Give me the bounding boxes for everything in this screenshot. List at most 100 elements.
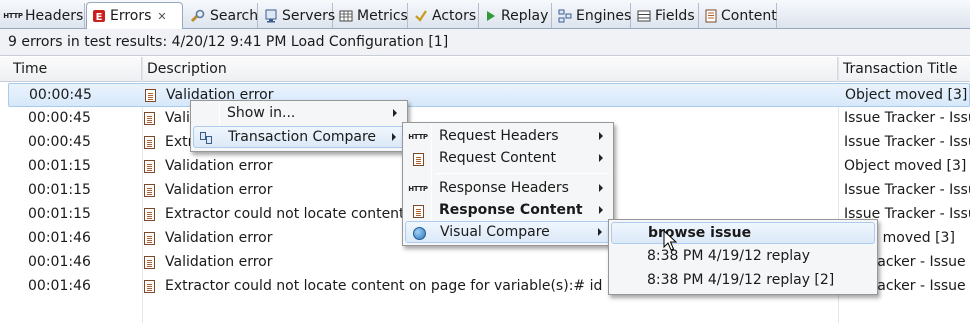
tab-headers[interactable]: HTTP Headers <box>0 3 85 28</box>
cell-time: 00:01:46 <box>28 278 91 294</box>
servers-icon <box>264 9 278 23</box>
document-icon <box>145 88 156 102</box>
tab-replay-label: Replay <box>501 7 549 24</box>
results-summary: 9 errors in test results: 4/20/12 9:41 P… <box>0 29 970 56</box>
menu-item-replay[interactable]: 8:38 PM 4/19/12 replay <box>611 246 875 268</box>
document-icon <box>144 135 155 149</box>
document-icon <box>144 279 155 293</box>
tab-replay[interactable]: Replay <box>480 3 552 28</box>
submenu-arrow-icon <box>599 154 603 162</box>
submenu-arrow-icon <box>599 206 603 214</box>
globe-icon <box>410 225 428 241</box>
menu-item-visual-compare[interactable]: Visual Compare <box>405 221 611 243</box>
cell-time: 00:01:46 <box>28 254 91 270</box>
svg-text:E: E <box>96 12 103 23</box>
description-text: Validation error <box>165 230 273 246</box>
menu-item-label: Request Headers <box>439 128 559 144</box>
cell-transaction-title: ct moved [3] <box>865 230 955 246</box>
description-text: Validation error <box>165 182 273 198</box>
http-icon: HTTP <box>3 11 23 20</box>
document-icon <box>144 159 155 173</box>
submenu-arrow-icon <box>599 132 603 140</box>
cell-transaction-title: Object moved [3] <box>845 87 968 103</box>
tab-search-label: Search <box>210 7 259 24</box>
table-header: Time Description Transaction Title <box>0 57 970 82</box>
content-icon <box>705 9 717 23</box>
cell-time: 00:01:15 <box>28 158 91 174</box>
column-header-description[interactable]: Description <box>142 57 838 82</box>
metrics-icon <box>339 9 353 23</box>
document-icon <box>144 111 155 125</box>
errors-icon: E <box>92 9 106 23</box>
menu-item-request-content[interactable]: Request Content <box>405 148 611 170</box>
view-tab-strip: HTTP Headers E Errors ✕ Search Servers M… <box>0 0 970 29</box>
replay-icon <box>485 9 497 23</box>
tab-actors[interactable]: Actors <box>409 3 479 28</box>
cell-time: 00:00:45 <box>28 134 91 150</box>
cell-transaction-title: Issue Tracker - Issue <box>844 110 970 126</box>
cell-time: 00:00:45 <box>29 87 92 103</box>
menu-item-request-headers[interactable]: HTTP Request Headers <box>405 126 611 148</box>
http-icon: HTTP <box>408 133 428 141</box>
engines-icon <box>558 9 572 23</box>
transaction-compare-submenu: HTTP Request Headers Request Content HTT… <box>402 122 614 246</box>
tab-servers[interactable]: Servers <box>259 3 336 28</box>
http-icon: HTTP <box>408 185 428 193</box>
tab-servers-label: Servers <box>282 7 336 24</box>
menu-item-label: Visual Compare <box>440 224 550 240</box>
close-icon[interactable]: ✕ <box>157 10 166 23</box>
submenu-arrow-icon <box>393 109 397 117</box>
document-icon <box>144 255 155 269</box>
cell-time: 00:01:46 <box>28 230 91 246</box>
tab-engines[interactable]: Engines <box>553 3 631 28</box>
cell-transaction-title: Issue Tracker - Issue <box>844 134 970 150</box>
description-text: Vali <box>165 110 190 126</box>
tab-metrics-label: Metrics <box>357 7 408 24</box>
visual-compare-submenu: browse issue 8:38 PM 4/19/12 replay 8:38… <box>608 219 878 295</box>
cell-transaction-title: Object moved [3] <box>844 158 967 174</box>
tab-actors-label: Actors <box>432 7 477 24</box>
tab-content[interactable]: Content <box>700 3 777 28</box>
cell-time: 00:01:15 <box>28 206 91 222</box>
document-icon <box>144 207 155 221</box>
column-header-time[interactable]: Time <box>8 57 142 82</box>
submenu-arrow-icon <box>392 133 396 141</box>
menu-item-label: Response Headers <box>439 180 569 196</box>
row-context-menu: Show in... Transaction Compare <box>190 100 408 152</box>
menu-item-label: Response Content <box>439 202 583 218</box>
actors-icon <box>414 9 428 23</box>
cell-transaction-title: Tracker - Issue <box>865 254 966 270</box>
compare-icon <box>198 130 216 146</box>
description-text: Extractor could not locate content on pa… <box>165 278 627 294</box>
cell-time: 00:01:15 <box>28 182 91 198</box>
column-header-transaction-title[interactable]: Transaction Title <box>838 57 970 82</box>
menu-item-response-headers[interactable]: HTTP Response Headers <box>405 178 611 200</box>
description-text: Extractor could not locate content o <box>165 206 418 222</box>
fields-icon <box>637 9 651 23</box>
document-icon <box>144 231 155 245</box>
tab-engines-label: Engines <box>576 7 632 24</box>
tab-headers-label: Headers <box>25 7 84 24</box>
menu-item-transaction-compare[interactable]: Transaction Compare <box>193 126 405 148</box>
menu-item-response-content[interactable]: Response Content <box>405 200 611 222</box>
tab-errors-label: Errors <box>110 8 152 24</box>
menu-item-show-in[interactable]: Show in... <box>193 103 405 125</box>
tab-fields[interactable]: Fields <box>632 3 699 28</box>
document-icon <box>409 151 427 167</box>
menu-item-browse-issue[interactable]: browse issue <box>611 222 875 244</box>
tab-search[interactable]: Search <box>185 3 258 28</box>
description-text: Validation error <box>165 158 273 174</box>
submenu-arrow-icon <box>599 184 603 192</box>
mouse-cursor-icon <box>663 230 677 251</box>
search-icon <box>190 9 206 23</box>
document-icon <box>409 203 427 219</box>
cell-transaction-title: Issue Tracker - Issue <box>844 182 970 198</box>
tab-fields-label: Fields <box>655 7 695 24</box>
tab-metrics[interactable]: Metrics <box>334 3 408 28</box>
cell-time: 00:00:45 <box>28 110 91 126</box>
description-text: Validation error <box>165 254 273 270</box>
tab-errors[interactable]: E Errors ✕ <box>86 2 183 29</box>
cell-transaction-title: Tracker - Issue <box>865 278 966 294</box>
table-row[interactable]: 00:00:45 Validation error Object moved [… <box>8 83 970 107</box>
menu-item-replay-2[interactable]: 8:38 PM 4/19/12 replay [2] <box>611 270 875 292</box>
